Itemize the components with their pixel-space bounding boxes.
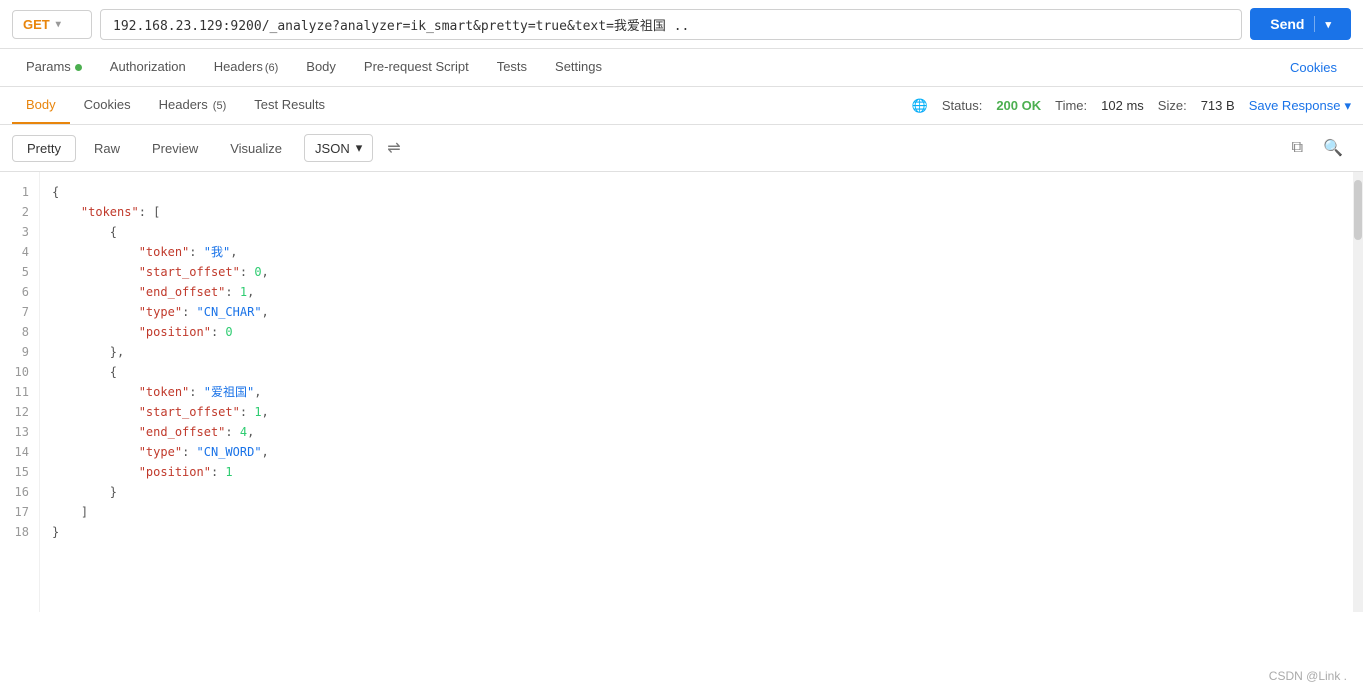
resp-tab-body-label: Body — [26, 97, 56, 112]
size-value: 713 B — [1201, 98, 1235, 113]
headers-badge: (6) — [265, 62, 278, 74]
preview-button[interactable]: Preview — [138, 136, 212, 161]
time-value: 102 ms — [1101, 98, 1144, 113]
response-status: 🌐 Status: 200 OK Time: 102 ms Size: 713 … — [912, 98, 1351, 114]
tab-tests[interactable]: Tests — [483, 49, 541, 86]
copy-button[interactable]: ⧉ — [1284, 135, 1311, 161]
format-select-label: JSON — [315, 141, 350, 156]
watermark: CSDN @Link . — [1269, 669, 1347, 683]
resp-tab-cookies[interactable]: Cookies — [70, 87, 145, 124]
resp-tab-body[interactable]: Body — [12, 87, 70, 124]
resp-tab-headers[interactable]: Headers (5) — [145, 87, 241, 124]
send-button[interactable]: Send ▾ — [1250, 8, 1351, 40]
line-numbers: 1 2 3 4 5 6 7 8 9 10 11 12 13 14 15 16 1… — [0, 172, 40, 612]
url-input[interactable] — [100, 9, 1242, 40]
tab-authorization-label: Authorization — [110, 59, 186, 74]
tab-params-label: Params — [26, 59, 71, 74]
tab-headers-label: Headers — [214, 59, 263, 74]
copy-icon: ⧉ — [1292, 139, 1303, 156]
resp-tab-test-results-label: Test Results — [254, 97, 325, 112]
method-select[interactable]: GET ▾ — [12, 10, 92, 39]
tab-headers[interactable]: Headers (6) — [200, 49, 293, 86]
response-body: 1 2 3 4 5 6 7 8 9 10 11 12 13 14 15 16 1… — [0, 172, 1363, 612]
pretty-button[interactable]: Pretty — [12, 135, 76, 162]
resp-tab-test-results[interactable]: Test Results — [240, 87, 339, 124]
tab-authorization[interactable]: Authorization — [96, 49, 200, 86]
tab-pre-request-label: Pre-request Script — [364, 59, 469, 74]
size-label: Size: — [1158, 98, 1187, 113]
tab-settings-label: Settings — [555, 59, 602, 74]
save-response-button[interactable]: Save Response ▾ — [1249, 98, 1351, 114]
tab-body[interactable]: Body — [292, 49, 350, 86]
response-tabs: Body Cookies Headers (5) Test Results 🌐 … — [0, 87, 1363, 125]
send-label: Send — [1270, 16, 1315, 32]
status-value: 200 OK — [996, 98, 1041, 113]
resp-tab-cookies-label: Cookies — [84, 97, 131, 112]
scrollbar-thumb[interactable] — [1354, 180, 1362, 240]
status-label: Status: — [942, 98, 982, 113]
tab-tests-label: Tests — [497, 59, 527, 74]
search-button[interactable]: 🔍 — [1315, 134, 1351, 162]
globe-icon: 🌐 — [912, 98, 928, 114]
wrap-button[interactable]: ⇌ — [377, 133, 410, 163]
visualize-button[interactable]: Visualize — [216, 136, 296, 161]
method-chevron-icon: ▾ — [56, 19, 61, 30]
tab-settings[interactable]: Settings — [541, 49, 616, 86]
format-chevron-icon: ▾ — [356, 140, 363, 156]
time-label: Time: — [1055, 98, 1087, 113]
request-tabs: Params Authorization Headers (6) Body Pr… — [0, 49, 1363, 87]
response-toolbar: Pretty Raw Preview Visualize JSON ▾ ⇌ ⧉ … — [0, 125, 1363, 172]
tab-pre-request[interactable]: Pre-request Script — [350, 49, 483, 86]
format-select[interactable]: JSON ▾ — [304, 134, 373, 162]
save-response-chevron-icon: ▾ — [1344, 98, 1351, 114]
cookies-link[interactable]: Cookies — [1276, 50, 1351, 85]
tab-body-label: Body — [306, 59, 336, 74]
wrap-icon: ⇌ — [387, 140, 400, 157]
method-value: GET — [23, 17, 50, 32]
resp-headers-badge: (5) — [210, 100, 227, 112]
top-bar: GET ▾ Send ▾ — [0, 0, 1363, 49]
vertical-scrollbar[interactable] — [1353, 172, 1363, 612]
save-response-label: Save Response — [1249, 98, 1341, 113]
tab-params[interactable]: Params — [12, 49, 96, 86]
search-icon: 🔍 — [1323, 140, 1343, 157]
resp-tab-headers-label: Headers — [159, 97, 208, 112]
send-chevron-icon: ▾ — [1315, 18, 1331, 31]
json-content: { "tokens": [ { "token": "我", "start_off… — [40, 172, 1353, 612]
params-dot — [75, 64, 82, 71]
raw-button[interactable]: Raw — [80, 136, 134, 161]
